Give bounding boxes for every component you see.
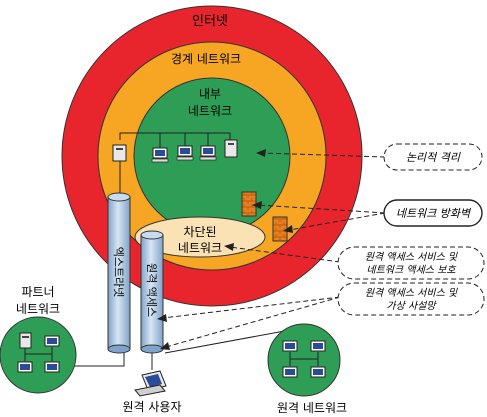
diagram-canvas: 인터넷 경계 네트워크 내부 네트워크 차단된 네트워크 엑스트라넷 원격 액세… <box>0 5 485 415</box>
partner-network-circle <box>0 316 77 394</box>
internet-label: 인터넷 <box>192 14 228 29</box>
quarantine-label-line1: 차단된 <box>183 225 216 239</box>
computer-icon <box>151 147 169 163</box>
computer-icon <box>282 366 298 378</box>
callout-remote-vpn-line1: 원격 액세스 서비스 및 <box>365 287 458 299</box>
callout-logical-isolation-text: 논리적 격리 <box>406 151 461 164</box>
server-icon <box>224 139 238 158</box>
extranet-label: 엑스트라넷 <box>112 247 125 298</box>
firewall-icon <box>272 216 288 242</box>
server-icon <box>19 332 32 349</box>
computer-icon <box>310 366 326 378</box>
perimeter-label: 경계 네트워크 <box>171 52 241 66</box>
computer-icon <box>17 361 33 373</box>
callout-network-firewall-text: 네트워크 방화벽 <box>396 207 472 220</box>
remote-network-label: 원격 네트워크 <box>277 401 347 415</box>
computer-icon <box>44 335 60 347</box>
quarantine-label-line2: 네트워크 <box>178 241 222 255</box>
partner-label-line2: 네트워크 <box>16 302 60 316</box>
remote-access-label: 원격 액세스 <box>145 263 158 317</box>
callout-remote-vpn-line2: 가상 사설망 <box>386 300 437 312</box>
callout-remote-protection-line2: 네트워크 액세스 보호 <box>366 264 456 276</box>
laptop-icon <box>134 370 167 397</box>
computer-icon <box>176 145 194 161</box>
remote-network-circle <box>267 323 341 397</box>
computer-icon <box>282 340 298 352</box>
network-diagram: 인터넷 경계 네트워크 내부 네트워크 차단된 네트워크 엑스트라넷 원격 액세… <box>0 0 487 417</box>
server-icon <box>112 144 127 162</box>
computer-icon <box>44 361 60 373</box>
internal-label-line2: 네트워크 <box>188 104 232 118</box>
remote-user-label: 원격 사용자 <box>122 400 181 414</box>
connection-lines <box>72 329 291 370</box>
callout-remote-protection-line1: 원격 액세스 서비스 및 <box>365 251 458 263</box>
computer-icon <box>199 145 217 161</box>
computer-icon <box>310 340 326 352</box>
internal-label-line1: 내부 <box>199 87 221 101</box>
partner-label-line1: 파트너 <box>21 285 54 299</box>
firewall-icon <box>241 191 257 217</box>
